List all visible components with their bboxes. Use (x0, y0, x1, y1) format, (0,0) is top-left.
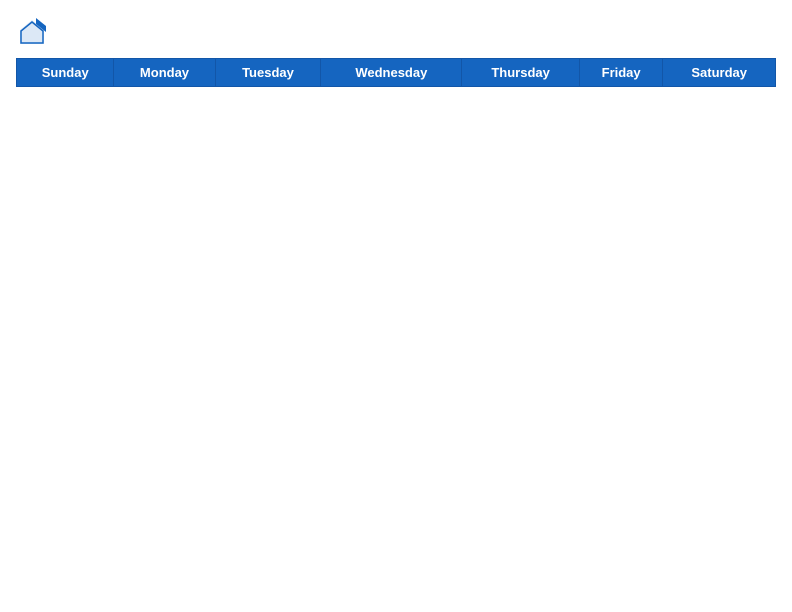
page-header (16, 16, 776, 48)
day-of-week-header: Saturday (663, 59, 776, 87)
day-of-week-header: Monday (114, 59, 215, 87)
header-row: SundayMondayTuesdayWednesdayThursdayFrid… (17, 59, 776, 87)
day-of-week-header: Tuesday (215, 59, 321, 87)
day-of-week-header: Sunday (17, 59, 114, 87)
day-of-week-header: Friday (579, 59, 663, 87)
day-of-week-header: Thursday (462, 59, 580, 87)
logo (16, 16, 52, 48)
logo-icon (16, 16, 48, 48)
calendar-header: SundayMondayTuesdayWednesdayThursdayFrid… (17, 59, 776, 87)
calendar-table: SundayMondayTuesdayWednesdayThursdayFrid… (16, 58, 776, 87)
day-of-week-header: Wednesday (321, 59, 462, 87)
